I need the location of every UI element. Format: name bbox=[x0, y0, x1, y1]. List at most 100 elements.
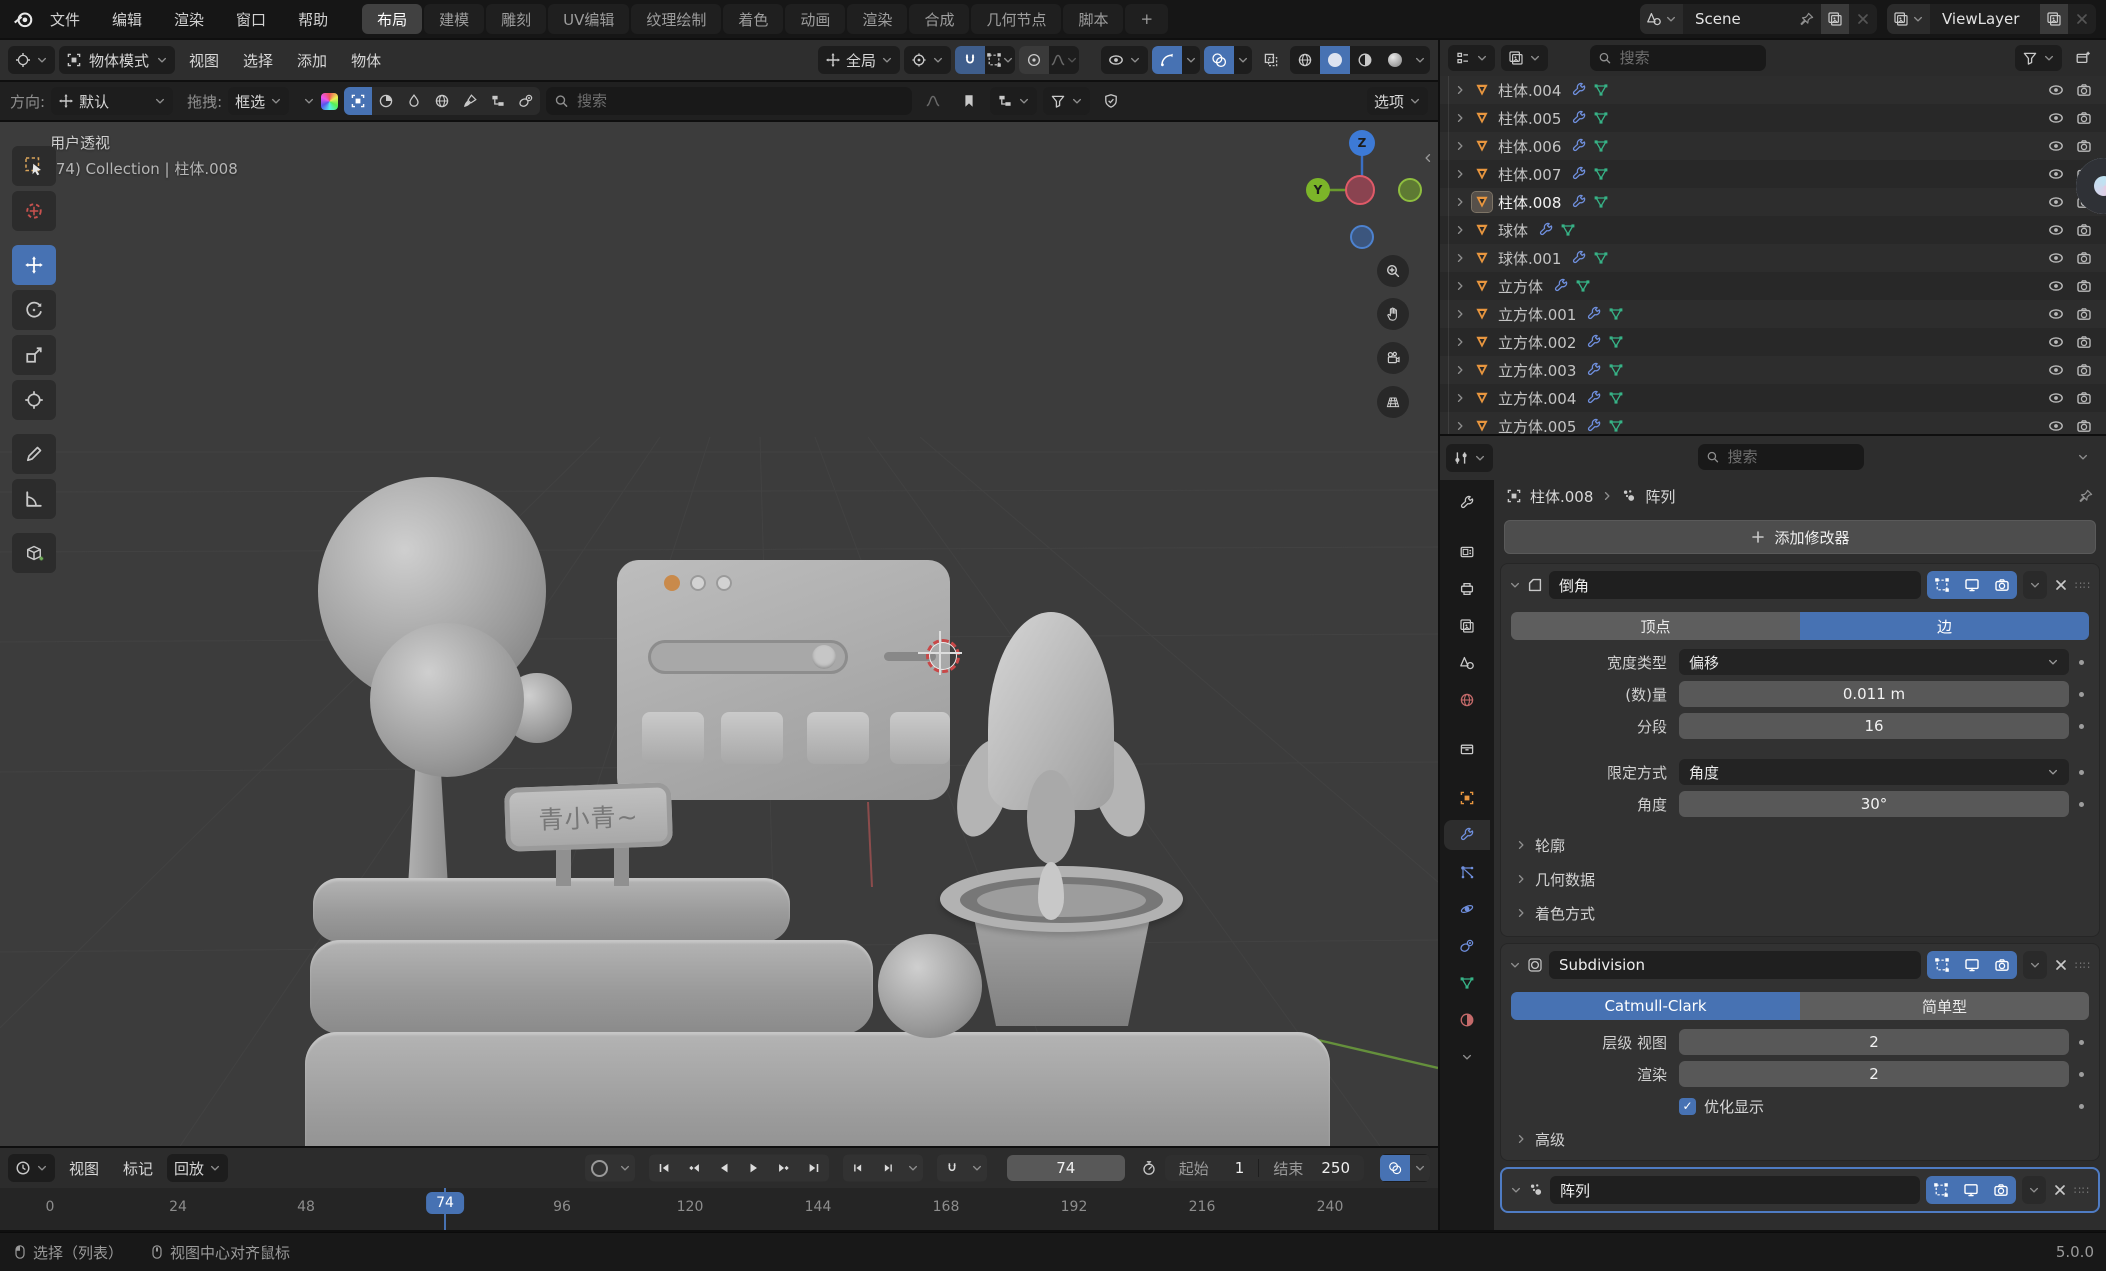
gizmo-axis-z[interactable]: Z bbox=[1349, 130, 1375, 156]
visibility-dropdown[interactable] bbox=[1101, 46, 1148, 74]
outliner-display-mode-button[interactable] bbox=[1501, 45, 1548, 71]
menu-window[interactable]: 窗口 bbox=[220, 9, 282, 30]
workspace-tab-geometry-nodes[interactable]: 几何节点 bbox=[971, 4, 1061, 34]
tab-collection[interactable] bbox=[1446, 734, 1488, 764]
segments-field[interactable]: 16 bbox=[1679, 713, 2069, 739]
playback-sync-dropdown[interactable] bbox=[1410, 1155, 1430, 1181]
menu-help[interactable]: 帮助 bbox=[282, 9, 344, 30]
jump-to-end-button[interactable] bbox=[799, 1155, 829, 1181]
pivot-point-dropdown[interactable] bbox=[904, 46, 951, 74]
shading-rendered-button[interactable] bbox=[1380, 46, 1410, 74]
snap-settings-dropdown[interactable] bbox=[985, 46, 1015, 74]
scene-pin-icon[interactable] bbox=[1793, 4, 1821, 34]
timeline-ruler[interactable]: 0 24 48 96 120 144 168 192 216 240 74 bbox=[0, 1188, 1438, 1230]
eye-icon[interactable] bbox=[2048, 418, 2064, 434]
eye-icon[interactable] bbox=[2048, 250, 2064, 266]
shading-material-button[interactable] bbox=[1350, 46, 1380, 74]
step-dropdown[interactable] bbox=[903, 1155, 923, 1181]
overlays-dropdown[interactable] bbox=[1234, 46, 1252, 74]
bookmark-icon[interactable] bbox=[954, 87, 984, 115]
display-in-render-toggle[interactable] bbox=[1987, 951, 2017, 979]
menu-file[interactable]: 文件 bbox=[34, 9, 96, 30]
viewport-3d[interactable]: 青小青~ 用户透视 (74) Collection | 柱体.008 Z bbox=[0, 122, 1438, 1146]
camera-icon[interactable] bbox=[2076, 306, 2092, 322]
playback-sync-toggle[interactable] bbox=[1380, 1155, 1410, 1181]
select-circle-mode[interactable] bbox=[372, 87, 400, 115]
animate-dot[interactable] bbox=[2079, 724, 2084, 729]
shading-dropdown[interactable] bbox=[1410, 46, 1430, 74]
tool-scale[interactable] bbox=[12, 335, 56, 375]
tree-sphere-small[interactable] bbox=[370, 623, 524, 777]
display-in-viewport-toggle[interactable] bbox=[1957, 951, 1987, 979]
animate-dot[interactable] bbox=[2079, 770, 2084, 775]
camera-icon[interactable] bbox=[2076, 418, 2092, 434]
breadcrumb-modifier[interactable]: 阵列 bbox=[1645, 486, 1675, 507]
tab-constraints[interactable] bbox=[1446, 931, 1488, 961]
outliner-row[interactable]: 立方体.004 bbox=[1440, 384, 2106, 412]
select-copy-mode[interactable] bbox=[484, 87, 512, 115]
width-type-dropdown[interactable]: 偏移 bbox=[1679, 649, 2069, 675]
tab-material[interactable] bbox=[1446, 1005, 1488, 1035]
panel-expand-icon[interactable] bbox=[1510, 1184, 1522, 1196]
tab-render[interactable] bbox=[1446, 537, 1488, 567]
timeline-menu-marker[interactable]: 标记 bbox=[113, 1158, 163, 1179]
panel-expand-icon[interactable] bbox=[1509, 579, 1521, 591]
tool-transform[interactable] bbox=[12, 380, 56, 420]
show-gizmos-toggle[interactable] bbox=[1152, 46, 1182, 74]
console-key[interactable] bbox=[890, 712, 950, 764]
drag-handle[interactable]: ∷∷ bbox=[2075, 962, 2091, 969]
modifier-extras-dropdown[interactable] bbox=[2023, 951, 2047, 979]
outliner-filter-dropdown[interactable] bbox=[2015, 45, 2062, 71]
workspace-tab-sculpting[interactable]: 雕刻 bbox=[486, 4, 546, 34]
console-key[interactable] bbox=[721, 712, 783, 764]
eye-icon[interactable] bbox=[2048, 82, 2064, 98]
modifier-extras-dropdown[interactable] bbox=[2022, 1176, 2046, 1204]
tab-output[interactable] bbox=[1446, 574, 1488, 604]
animate-dot[interactable] bbox=[2079, 1104, 2084, 1109]
shading-solid-button[interactable] bbox=[1320, 46, 1350, 74]
subdivision-catmull-clark[interactable]: Catmull-Clark bbox=[1511, 992, 1800, 1020]
play-reverse-button[interactable] bbox=[709, 1155, 739, 1181]
outliner-row[interactable]: 球体.001 bbox=[1440, 244, 2106, 272]
scene-name[interactable]: Scene bbox=[1683, 10, 1793, 28]
step-back-button[interactable] bbox=[843, 1155, 873, 1181]
pan-button[interactable] bbox=[1377, 298, 1409, 330]
animate-dot[interactable] bbox=[2079, 660, 2084, 665]
outliner-row[interactable]: 立方体.002 bbox=[1440, 328, 2106, 356]
eye-icon[interactable] bbox=[2048, 306, 2064, 322]
properties-options-dropdown[interactable] bbox=[2068, 443, 2098, 471]
tab-object-data[interactable] bbox=[1446, 968, 1488, 998]
step-forward-button[interactable] bbox=[873, 1155, 903, 1181]
modifier-name-field[interactable]: Subdivision bbox=[1549, 951, 1921, 979]
keying-dropdown[interactable] bbox=[615, 1155, 635, 1181]
outliner-row[interactable]: 立方体 bbox=[1440, 272, 2106, 300]
tool-color-icon[interactable] bbox=[321, 93, 338, 110]
gizmo-axis-z-neg[interactable] bbox=[1350, 225, 1374, 249]
optimal-display-checkbox[interactable]: ✓ bbox=[1679, 1098, 1696, 1115]
console-panel[interactable] bbox=[617, 560, 950, 800]
select-paint-mode[interactable] bbox=[456, 87, 484, 115]
outliner-row[interactable]: 立方体.001 bbox=[1440, 300, 2106, 328]
outliner-row[interactable]: 柱体.004 bbox=[1440, 76, 2106, 104]
drag-mode-dropdown[interactable]: 框选 bbox=[228, 87, 289, 115]
bevel-affect-vertices[interactable]: 顶点 bbox=[1511, 612, 1800, 640]
viewlayer-browse-button[interactable] bbox=[1887, 4, 1930, 34]
gizmo-axis-x[interactable] bbox=[1345, 175, 1375, 205]
properties-search-field[interactable] bbox=[1698, 444, 1864, 470]
camera-icon[interactable] bbox=[2076, 278, 2092, 294]
gizmos-dropdown[interactable] bbox=[1182, 46, 1200, 74]
platform-top[interactable] bbox=[313, 878, 790, 942]
display-in-editmode-toggle[interactable] bbox=[1926, 1176, 1956, 1204]
outliner-search-input[interactable] bbox=[1618, 48, 1758, 68]
prev-keyframe-button[interactable] bbox=[679, 1155, 709, 1181]
camera-icon[interactable] bbox=[2076, 82, 2092, 98]
modifier-name-field[interactable]: 倒角 bbox=[1549, 571, 1921, 599]
camera-icon[interactable] bbox=[2076, 362, 2092, 378]
properties-editor-type-button[interactable] bbox=[1446, 444, 1493, 472]
angle-field[interactable]: 30° bbox=[1679, 791, 2069, 817]
remove-modifier-icon[interactable] bbox=[2052, 1182, 2068, 1198]
levels-viewport-field[interactable]: 2 bbox=[1679, 1029, 2069, 1055]
workspace-tab-texture-paint[interactable]: 纹理绘制 bbox=[631, 4, 721, 34]
auto-keying-toggle[interactable] bbox=[585, 1155, 615, 1181]
sign-board[interactable]: 青小青~ bbox=[504, 782, 673, 852]
